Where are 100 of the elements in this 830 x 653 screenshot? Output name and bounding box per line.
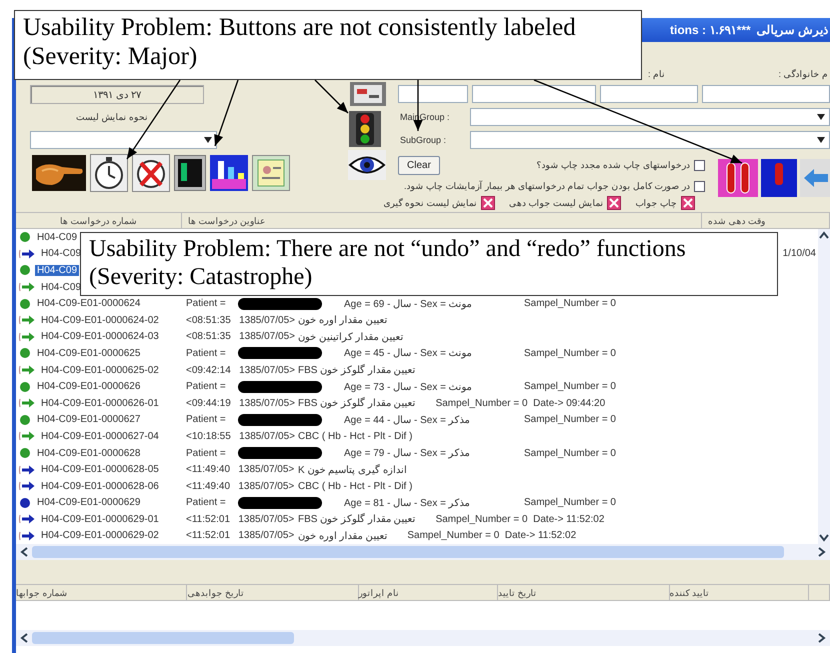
checkbox-option[interactable]: نمایش لیست جواب دهی [508,196,622,210]
request-id[interactable]: H04-C09-E01-0000626-01 [39,398,161,409]
horizontal-scrollbar[interactable] [16,630,830,646]
row-text: Patient = [186,298,227,310]
chart-icon[interactable] [210,155,248,191]
option-label: چاپ جواب [635,198,677,208]
list-mode-dropdown[interactable] [30,131,217,149]
monitor-icon[interactable] [174,155,206,191]
request-id[interactable]: H04-C09-E01-0000628-06 [39,480,161,492]
scrollbar-thumb[interactable] [32,632,294,644]
row-text: اندازه گیری پتاسیم خون K [298,464,407,476]
text-field[interactable] [472,85,596,103]
checkbox[interactable] [681,196,695,210]
request-id[interactable]: H04-C09-E01-0000628 [35,448,142,459]
name-field[interactable] [600,85,698,103]
text-field[interactable] [398,85,468,103]
stopwatch-icon[interactable] [90,154,128,192]
request-id[interactable]: H04-C09-E01-0000626 [35,381,142,392]
dropdown-arrow-icon [817,114,825,120]
row-text: Patient = [186,414,227,426]
checkbox-option[interactable]: نمایش لیست نحوه گیری [383,196,495,210]
column-header[interactable]: تاریخ جوابدهی [187,585,359,600]
row-text: Sampel_Number = 0 [524,298,616,310]
field-label: SubGroup : [399,135,448,145]
row-text: <08:51:35 1385/07/05> [186,331,296,342]
row-text: Sampel_Number = 0 [524,448,616,459]
id-card-icon[interactable] [252,155,290,191]
hand-icon[interactable] [32,155,86,191]
eye-icon[interactable] [348,150,386,180]
table-cell: 1/10/04 [782,248,816,260]
family-name-field[interactable] [702,85,830,103]
request-id[interactable]: H04-C09-E01-0000625-02 [39,364,161,376]
scroll-right-icon[interactable] [818,633,826,643]
row-text: Sampel_Number = 0 Date-> 09:44:20 [436,398,606,409]
column-header[interactable]: تایید کننده [670,585,809,600]
row-text: <10:18:55 1385/07/05> [186,430,296,442]
request-id[interactable]: H04-C09-E01-0000624-03 [39,331,161,342]
scroll-right-icon[interactable] [818,547,826,557]
column-header[interactable]: تاریخ تایید [498,585,670,600]
option-label: در صورت کامل بودن جواب تمام درخواستهای هر بیمار آزمایشات چاپ شود. [404,181,690,191]
annotation-callout: Usability Problem: There are not “undo” and “redo” functions (Severity: Catastrophe) [80,232,778,296]
clear-button[interactable]: Clear [398,156,440,174]
row-text: CBC ( Hb - Hct - Plt - Dif ) [298,430,412,442]
checkbox-option[interactable]: چاپ جواب [635,196,695,210]
column-header[interactable]: وقت دهی شده [702,213,830,228]
horizontal-scrollbar[interactable] [16,544,830,560]
checkbox[interactable] [480,196,495,210]
checkbox[interactable] [694,160,705,170]
checkbox[interactable] [607,196,622,210]
option-label: نمایش لیست نحوه گیری [383,198,477,208]
request-id[interactable]: H04-C09 [35,232,80,243]
document-icon[interactable] [348,82,388,106]
row-text: Age = 79 - سال - Sex = مذکر [344,447,471,460]
column-header[interactable]: نام اپراتور [358,585,498,600]
request-id[interactable]: H04-C09-E01-0000629-02 [39,530,161,542]
request-id[interactable]: H04-C09-E01-0000627 [35,414,142,426]
scroll-left-icon[interactable] [20,547,28,557]
row-text: Sampel_Number = 0 [524,348,616,359]
row-text: Sampel_Number = 0 [524,381,616,392]
row-text: <09:42:14 1385/07/05> [186,364,296,376]
request-id[interactable]: H04-C09 [35,264,80,276]
option-label: نمایش لیست جواب دهی [508,198,604,208]
row-text: Patient = [186,497,227,508]
scroll-up-icon[interactable] [819,231,829,239]
request-id[interactable]: H04-C09-E01-0000624 [35,298,142,310]
request-id[interactable]: H04-C09-E01-0000628-05 [39,464,161,476]
request-id[interactable]: H04-C09-E01-0000629 [35,497,142,508]
row-text: CBC ( Hb - Hct - Plt - Dif ) [298,480,412,492]
row-text: Age = 73 - سال - Sex = مونث [344,380,473,393]
callout-arrow [214,80,239,146]
request-id[interactable]: H04-C09-E01-0000624-02 [39,314,161,326]
row-text: <08:51:35 1385/07/05> [186,314,296,326]
scroll-left-icon[interactable] [20,633,28,643]
row-text: تعیین مقدار گلوکز خون FBS [298,364,416,376]
request-id[interactable]: H04-C09-E01-0000629-01 [39,514,161,525]
row-text: Patient = [186,448,227,459]
row-text: تعیین مقدار اوره خون [298,314,388,326]
request-id[interactable]: H04-C09-E01-0000625 [35,348,142,359]
row-text: Sampel_Number = 0 [524,414,616,426]
request-id[interactable]: H04-C09-E01-0000627-04 [39,430,161,442]
cancel-clock-icon[interactable] [132,154,170,192]
option-label: درخواستهای چاپ شده مجدد چاپ شود؟ [536,160,690,170]
column-header[interactable]: شماره جوابها [16,585,188,600]
scrollbar-thumb[interactable] [32,546,784,558]
test-tubes-icon[interactable] [718,159,758,197]
scroll-down-icon[interactable] [819,534,829,542]
checkbox-option[interactable]: درخواستهای چاپ شده مجدد چاپ شود؟ [536,152,705,178]
column-header[interactable]: شماره درخواست ها [16,213,182,228]
checkbox-option[interactable]: در صورت کامل بودن جواب تمام درخواستهای هر بیمار آزمایشات چاپ شود. [404,178,705,194]
checkbox[interactable] [694,180,705,192]
field-label: م خانوادگی : [778,69,829,82]
annotation-callout: Usability Problem: Buttons are not consistently labeled (Severity: Major) [14,10,642,80]
column-header[interactable]: عناوین درخواست ها [182,213,702,228]
row-text: Sampel_Number = 0 [524,497,616,508]
date-field[interactable]: ۲۷ دی ۱۳۹۱ [30,85,204,104]
traffic-light-icon[interactable] [348,111,382,147]
vertical-scrollbar[interactable] [818,229,830,544]
row-text: <11:49:40 1385/07/05> [186,480,296,492]
row-text: تعیین مقدار اوره خون [298,530,388,542]
row-text: <11:52:01 1385/07/05> [186,530,296,542]
